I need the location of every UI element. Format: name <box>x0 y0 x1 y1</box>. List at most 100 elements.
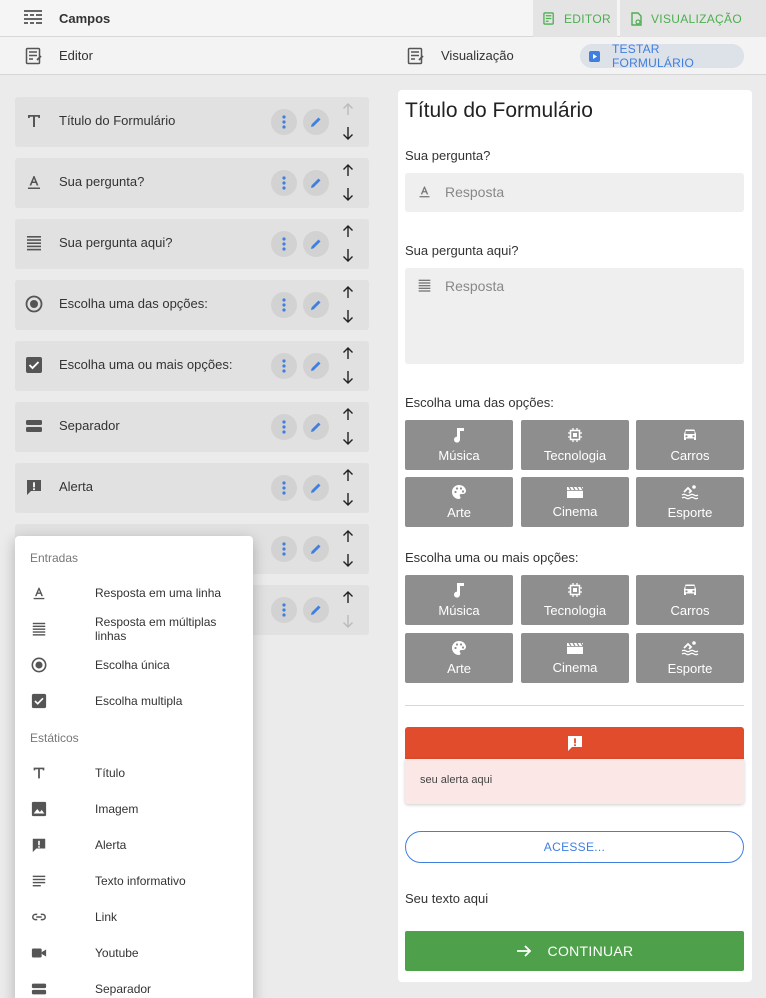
field-row-multiple-choice[interactable]: Escolha uma ou mais opções: <box>15 341 369 391</box>
checkbox-icon <box>30 692 48 710</box>
edit-field-button[interactable] <box>303 292 329 318</box>
move-up-button[interactable] <box>342 591 354 604</box>
field-row-title[interactable]: Título do Formulário <box>15 97 369 147</box>
option-label: Arte <box>447 505 471 520</box>
more-options-button[interactable] <box>271 170 297 196</box>
option-cinema[interactable]: Cinema <box>521 477 629 527</box>
menu-item-single-choice[interactable]: Escolha única <box>30 653 250 677</box>
edit-field-button[interactable] <box>303 536 329 562</box>
separator-line <box>405 705 744 706</box>
question-label: Sua pergunta? <box>405 148 491 163</box>
menu-item-title[interactable]: Título <box>30 761 250 785</box>
option-cars[interactable]: Carros <box>636 575 744 625</box>
more-options-button[interactable] <box>271 231 297 257</box>
access-link-button[interactable]: ACESSE... <box>405 831 744 863</box>
continue-button[interactable]: CONTINUAR <box>405 931 744 971</box>
question-label: Escolha uma das opções: <box>405 395 554 410</box>
test-form-label: TESTAR FORMULÁRIO <box>612 42 695 70</box>
short-answer-input[interactable]: Resposta <box>405 173 744 212</box>
move-down-button[interactable] <box>342 493 354 506</box>
more-options-button[interactable] <box>271 475 297 501</box>
move-down-button[interactable] <box>342 432 354 445</box>
more-options-button[interactable] <box>271 353 297 379</box>
edit-field-button[interactable] <box>303 170 329 196</box>
menu-item-label: Escolha multipla <box>95 694 183 708</box>
field-row-single-choice[interactable]: Escolha uma das opções: <box>15 280 369 330</box>
menu-item-link[interactable]: Link <box>30 905 250 929</box>
short-text-icon <box>30 584 48 602</box>
option-music[interactable]: Música <box>405 420 513 470</box>
move-down-button[interactable] <box>342 371 354 384</box>
edit-field-button[interactable] <box>303 597 329 623</box>
move-down-button[interactable] <box>342 127 354 140</box>
move-down-button[interactable] <box>342 554 354 567</box>
info-text: Seu texto aqui <box>405 891 489 906</box>
field-row-long-text[interactable]: Sua pergunta aqui? <box>15 219 369 269</box>
tab-preview[interactable]: VISUALIZAÇÃO <box>620 0 766 37</box>
preview-section-icon <box>407 47 425 65</box>
move-up-button[interactable] <box>342 530 354 543</box>
menu-item-info-text[interactable]: Texto informativo <box>30 869 250 893</box>
field-label: Separador <box>59 418 120 433</box>
pencil-icon <box>311 422 321 432</box>
test-form-button[interactable]: TESTAR FORMULÁRIO <box>580 42 744 70</box>
menu-item-youtube[interactable]: Youtube <box>30 941 250 965</box>
more-options-button[interactable] <box>271 536 297 562</box>
field-row-alert[interactable]: Alerta <box>15 463 369 513</box>
menu-item-label: Imagem <box>95 802 139 816</box>
edit-field-button[interactable] <box>303 414 329 440</box>
field-row-short-text[interactable]: Sua pergunta? <box>15 158 369 208</box>
long-answer-textarea[interactable]: Resposta <box>405 268 744 364</box>
more-vert-icon <box>282 481 286 495</box>
move-up-button[interactable] <box>342 469 354 482</box>
menu-item-multiple-choice[interactable]: Escolha multipla <box>30 689 250 713</box>
tab-editor[interactable]: EDITOR <box>533 0 617 37</box>
move-down-button[interactable] <box>342 310 354 323</box>
menu-item-image[interactable]: Imagem <box>30 797 250 821</box>
alert-header <box>405 727 744 759</box>
edit-doc-icon <box>543 12 556 25</box>
more-vert-icon <box>282 237 286 251</box>
movie-icon <box>567 486 584 498</box>
menu-item-label: Link <box>95 910 118 924</box>
move-up-button[interactable] <box>342 347 354 360</box>
more-options-button[interactable] <box>271 597 297 623</box>
move-up-button[interactable] <box>342 164 354 177</box>
more-options-button[interactable] <box>271 292 297 318</box>
option-technology[interactable]: Tecnologia <box>521 575 629 625</box>
more-vert-icon <box>282 298 286 312</box>
editor-section-title: Editor <box>59 48 93 63</box>
option-cars[interactable]: Carros <box>636 420 744 470</box>
section-bar: Editor Visualização TESTAR FORMULÁRIO <box>0 37 766 75</box>
option-cinema[interactable]: Cinema <box>521 633 629 683</box>
option-technology[interactable]: Tecnologia <box>521 420 629 470</box>
option-music[interactable]: Música <box>405 575 513 625</box>
move-up-button[interactable] <box>342 286 354 299</box>
title-icon <box>30 764 48 782</box>
move-up-button[interactable] <box>342 408 354 421</box>
menu-item-separator[interactable]: Separador <box>30 977 250 998</box>
more-vert-icon <box>282 603 286 617</box>
edit-field-button[interactable] <box>303 353 329 379</box>
option-sport[interactable]: Esporte <box>636 477 744 527</box>
move-up-button[interactable] <box>342 225 354 238</box>
field-label: Sua pergunta aqui? <box>59 235 173 250</box>
field-row-separator[interactable]: Separador <box>15 402 369 452</box>
move-down-button[interactable] <box>342 188 354 201</box>
edit-field-button[interactable] <box>303 109 329 135</box>
menu-item-short-text[interactable]: Resposta em uma linha <box>30 581 250 605</box>
more-options-button[interactable] <box>271 109 297 135</box>
menu-item-long-text[interactable]: Resposta em múltiplas linhas <box>30 615 250 643</box>
app-title: Campos <box>59 11 111 26</box>
option-art[interactable]: Arte <box>405 477 513 527</box>
edit-field-button[interactable] <box>303 475 329 501</box>
more-options-button[interactable] <box>271 414 297 440</box>
edit-field-button[interactable] <box>303 231 329 257</box>
menu-item-alert[interactable]: Alerta <box>30 833 250 857</box>
image-icon <box>30 800 48 818</box>
option-sport[interactable]: Esporte <box>636 633 744 683</box>
option-label: Carros <box>670 603 710 618</box>
option-art[interactable]: Arte <box>405 633 513 683</box>
move-down-button[interactable] <box>342 249 354 262</box>
add-field-menu: Entradas Resposta em uma linha Resposta … <box>15 536 253 998</box>
